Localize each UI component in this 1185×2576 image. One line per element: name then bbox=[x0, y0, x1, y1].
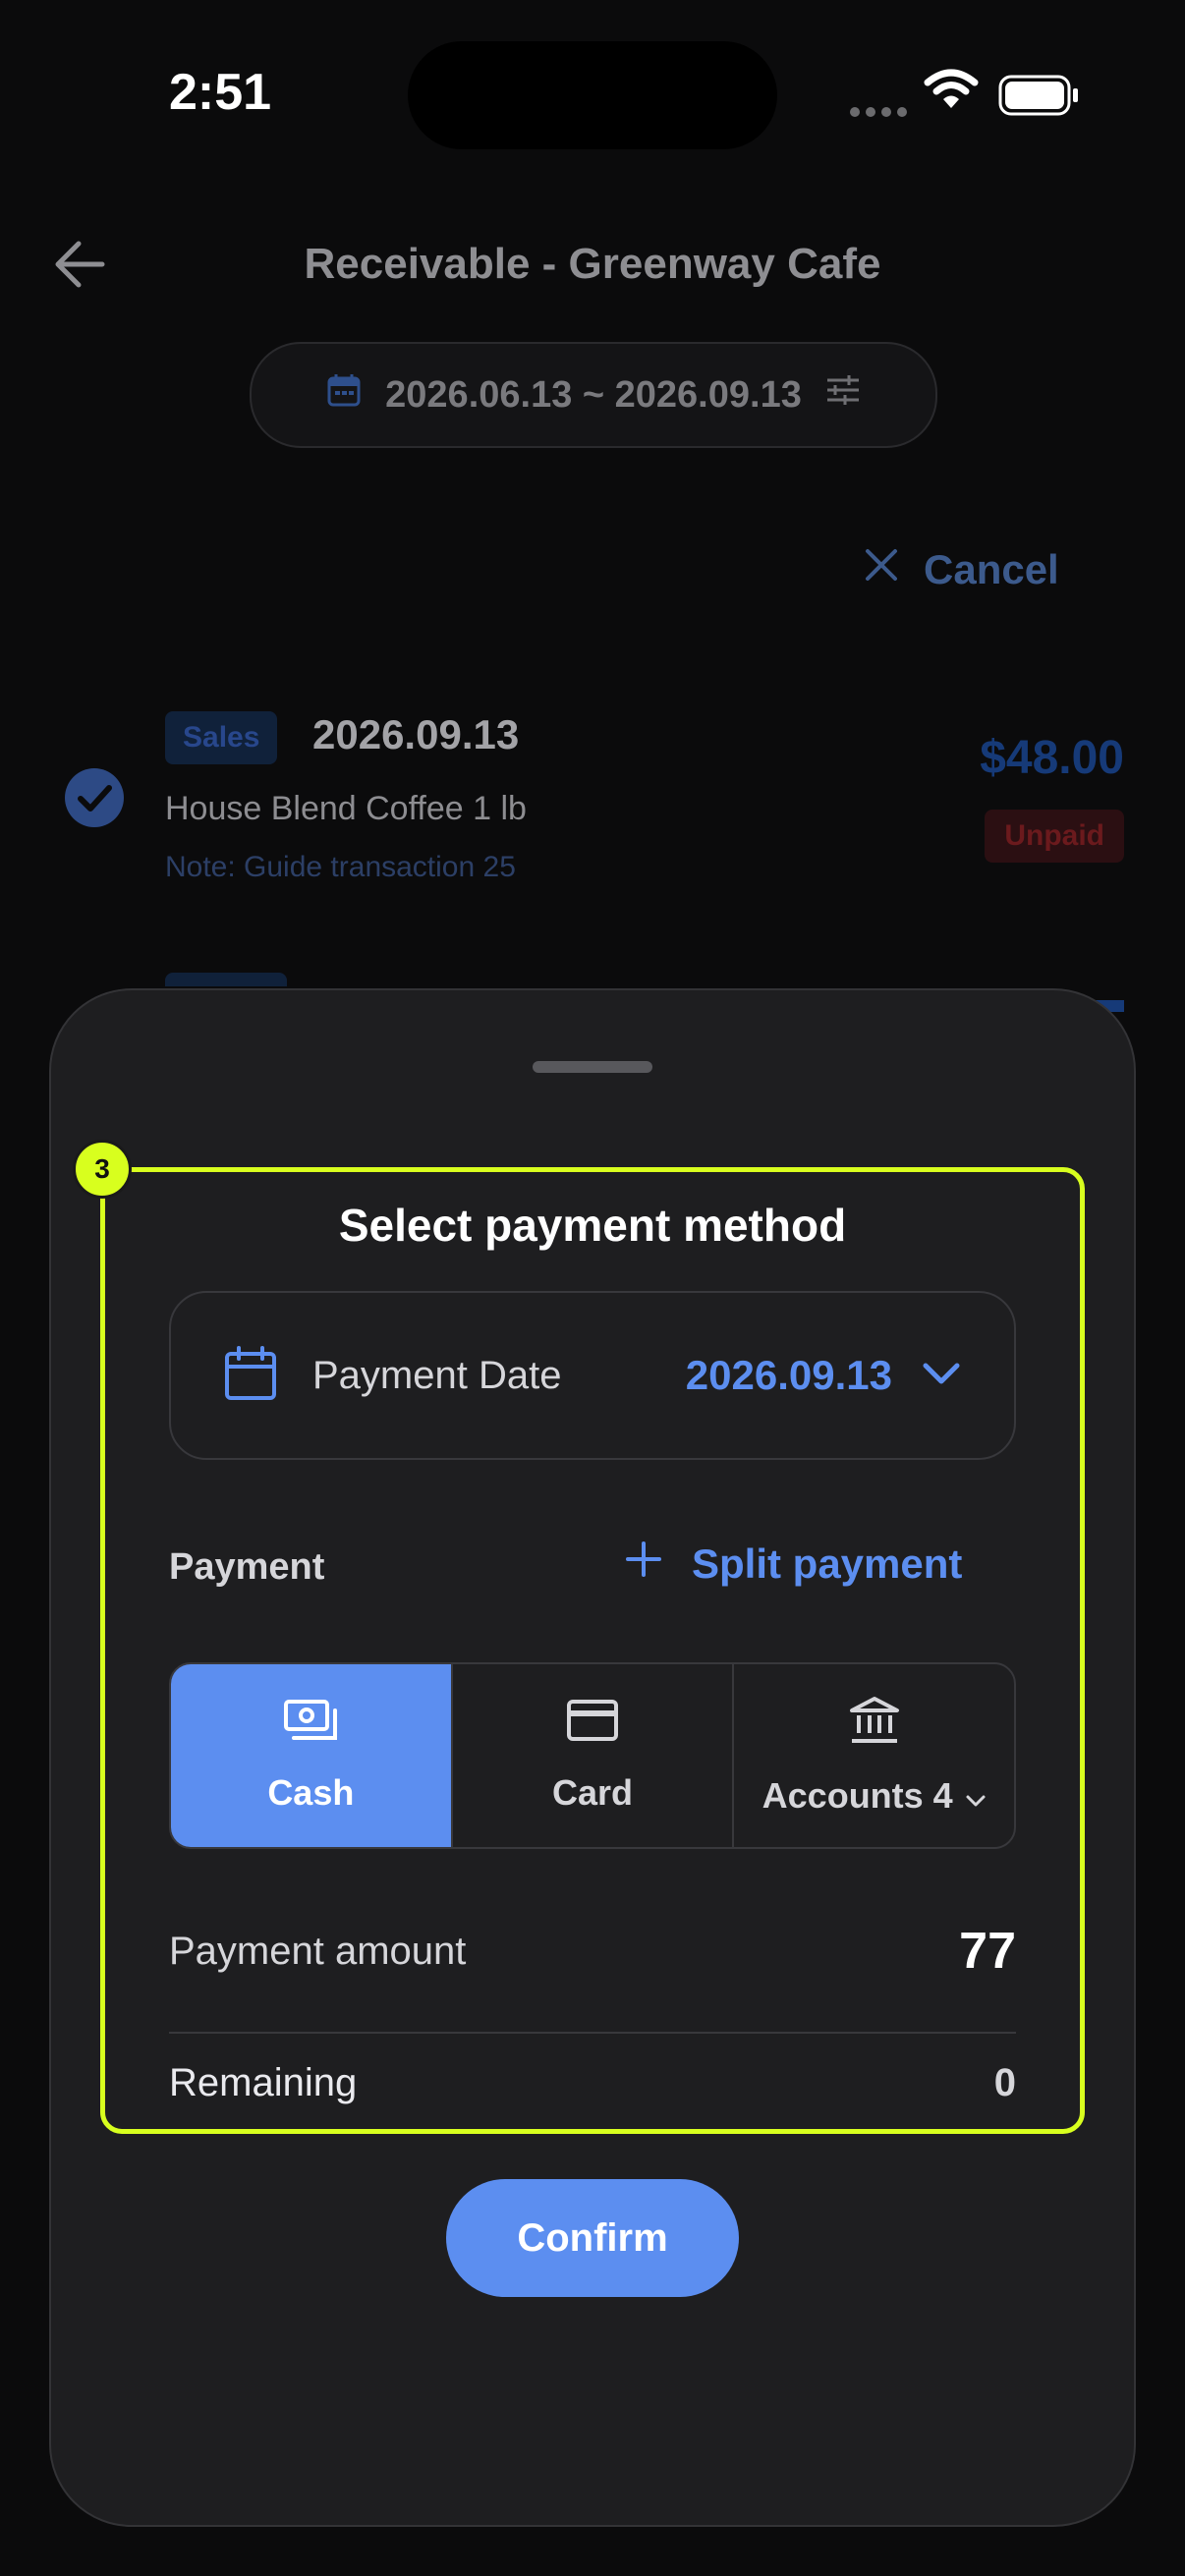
payment-method-selector: Cash Card Accounts 4 bbox=[169, 1662, 1016, 1849]
remaining-label: Remaining bbox=[169, 2061, 358, 2104]
sheet-title: Select payment method bbox=[338, 1200, 847, 1251]
filter-sliders-icon bbox=[823, 370, 863, 420]
remaining-value: 0 bbox=[993, 2061, 1016, 2104]
split-payment-label: Split payment bbox=[692, 1540, 963, 1587]
method-cash[interactable]: Cash bbox=[171, 1664, 451, 1847]
status-badge: Unpaid bbox=[985, 810, 1124, 863]
dynamic-island bbox=[408, 41, 777, 149]
status-time: 2:51 bbox=[169, 64, 272, 121]
transaction-note: Note: Guide transaction 25 bbox=[165, 851, 516, 883]
card-icon bbox=[566, 1699, 619, 1751]
method-cash-label: Cash bbox=[267, 1771, 355, 1813]
payment-date-label: Payment Date bbox=[312, 1353, 562, 1397]
chevron-down-icon bbox=[965, 1775, 987, 1817]
bank-icon bbox=[849, 1696, 900, 1754]
date-range-filter[interactable]: 2026.06.13 ~ 2026.09.13 bbox=[250, 342, 937, 448]
cellular-signal-icon bbox=[850, 104, 913, 122]
cash-icon bbox=[283, 1699, 338, 1751]
method-card-label: Card bbox=[551, 1771, 634, 1813]
plus-icon bbox=[625, 1540, 662, 1588]
transaction-date: 2026.09.13 bbox=[312, 711, 520, 757]
payment-amount-value[interactable]: 77 bbox=[959, 1922, 1016, 1981]
payment-amount-label: Payment amount bbox=[169, 1930, 467, 1973]
method-accounts-label: Accounts 4 bbox=[762, 1774, 953, 1816]
payment-date-value: 2026.09.13 bbox=[685, 1352, 892, 1398]
chevron-down-icon bbox=[922, 1361, 961, 1391]
next-row-badge-peek bbox=[165, 973, 287, 986]
transaction-item: House Blend Coffee 1 lb bbox=[165, 790, 527, 827]
payment-date-selector[interactable]: Payment Date 2026.09.13 bbox=[169, 1291, 1016, 1460]
cancel-label: Cancel bbox=[924, 546, 1059, 592]
method-card[interactable]: Card bbox=[450, 1664, 733, 1847]
battery-icon bbox=[998, 75, 1081, 121]
confirm-button[interactable]: Confirm bbox=[446, 2179, 739, 2297]
date-range-text: 2026.06.13 ~ 2026.09.13 bbox=[385, 373, 802, 416]
divider bbox=[169, 2032, 1016, 2034]
wifi-icon bbox=[924, 69, 979, 115]
checked-circle-icon[interactable] bbox=[63, 766, 126, 834]
page-title: Receivable - Greenway Cafe bbox=[304, 240, 881, 288]
transaction-type-badge: Sales bbox=[165, 711, 278, 764]
sheet-drag-handle[interactable] bbox=[533, 1061, 652, 1073]
transaction-amount: $48.00 bbox=[980, 732, 1124, 784]
calendar-icon bbox=[224, 1345, 277, 1407]
calendar-icon bbox=[324, 370, 364, 420]
method-accounts[interactable]: Accounts 4 bbox=[732, 1664, 1014, 1847]
split-payment-button[interactable]: Split payment bbox=[625, 1540, 962, 1588]
close-icon bbox=[863, 546, 900, 593]
cancel-button[interactable]: Cancel bbox=[863, 546, 1059, 593]
payment-section-label: Payment bbox=[169, 1546, 325, 1588]
step-number-badge: 3 bbox=[73, 1140, 132, 1199]
